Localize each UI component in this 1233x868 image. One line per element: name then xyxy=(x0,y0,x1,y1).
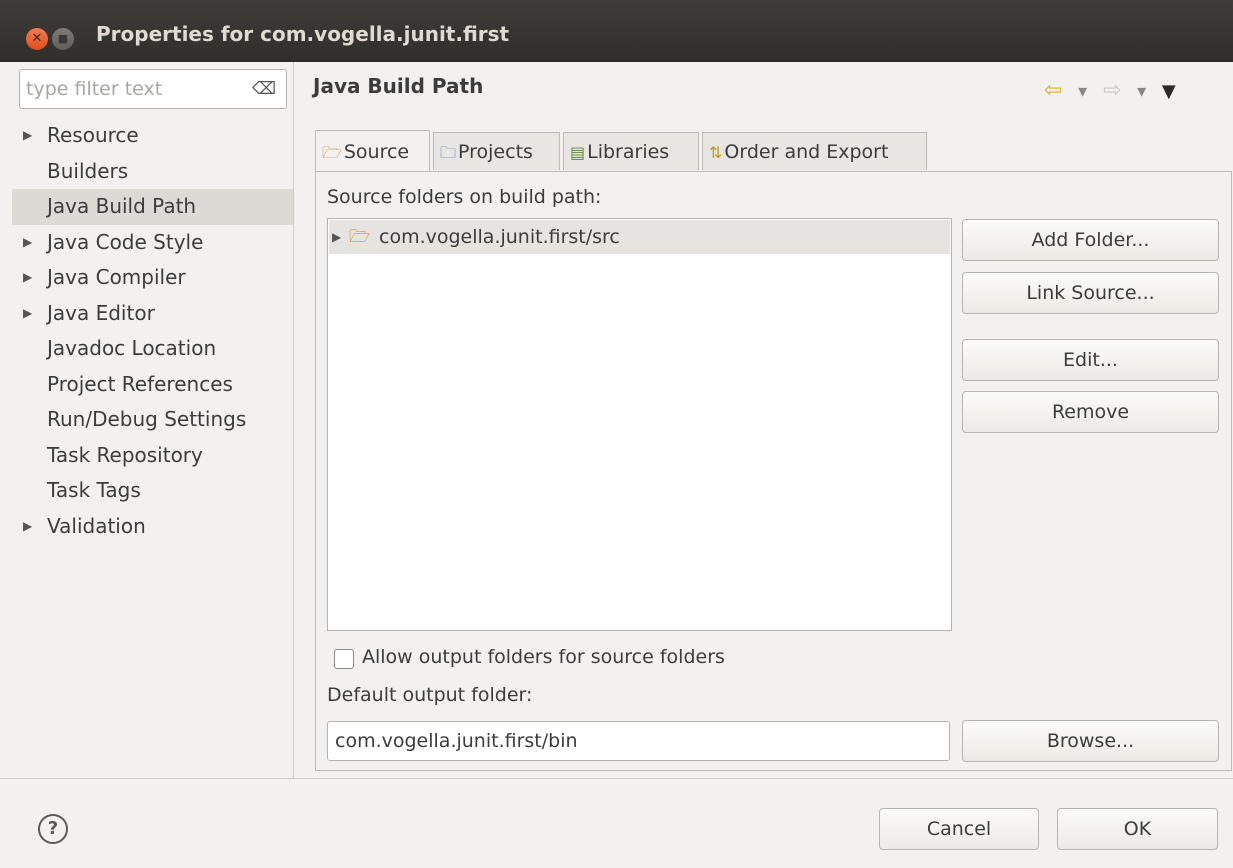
source-folder-icon: 🗁 xyxy=(322,143,342,162)
page-navigation: ⇦ ▾ ⇨ ▾ ▼ xyxy=(1044,78,1186,103)
property-page: Java Build Path ⇦ ▾ ⇨ ▾ ▼ 🗁 Source 🗀 Proje… xyxy=(294,62,1233,778)
sidebar-item-resource[interactable]: ▶ Resource xyxy=(12,118,293,154)
source-folder-tree[interactable]: ▶ 🗁 com.vogella.junit.first/src xyxy=(327,218,952,631)
tab-libraries[interactable]: ▤ Libraries xyxy=(563,132,699,170)
default-output-label: Default output folder: xyxy=(327,684,533,706)
tab-source-label: Source xyxy=(343,141,410,163)
allow-output-checkbox[interactable] xyxy=(334,649,354,669)
expand-arrow-icon[interactable]: ▶ xyxy=(23,118,32,154)
filter-input[interactable] xyxy=(26,78,236,100)
sidebar-item-label: Java Build Path xyxy=(47,194,197,218)
footer-divider xyxy=(0,778,1233,779)
filter-field[interactable]: ⌫ xyxy=(19,69,287,109)
tab-projects-label: Projects xyxy=(458,141,533,163)
title-bar: ✕ ■ Properties for com.vogella.junit.fir… xyxy=(0,0,1233,62)
sidebar-item-label: Java Compiler xyxy=(47,265,186,289)
sidebar-item-task-repository[interactable]: Task Repository xyxy=(12,438,293,474)
expand-arrow-icon[interactable]: ▶ xyxy=(23,509,32,545)
order-export-icon: ⇅ xyxy=(709,143,723,162)
expand-arrow-icon[interactable]: ▶ xyxy=(332,220,341,254)
link-source-button[interactable]: Link Source... xyxy=(962,272,1219,314)
ok-button[interactable]: OK xyxy=(1057,808,1218,850)
source-folders-label: Source folders on build path: xyxy=(327,186,602,208)
sidebar-item-label: Javadoc Location xyxy=(47,336,217,360)
properties-sidebar: ⌫ ▶ Resource Builders Java Build Path ▶ Java … xyxy=(12,62,293,778)
source-tab-panel: Source folders on build path: ▶ 🗁 com.vo… xyxy=(315,171,1232,771)
back-dropdown-icon[interactable]: ▾ xyxy=(1078,81,1087,102)
tree-row-label: com.vogella.junit.first/src xyxy=(379,226,620,248)
sidebar-item-project-references[interactable]: Project References xyxy=(12,367,293,403)
sidebar-item-label: Task Tags xyxy=(47,478,141,502)
close-window-icon[interactable]: ✕ xyxy=(26,28,48,50)
sidebar-item-java-build-path[interactable]: Java Build Path xyxy=(12,189,293,225)
expand-arrow-icon[interactable]: ▶ xyxy=(23,296,32,332)
forward-arrow-icon[interactable]: ⇨ xyxy=(1103,78,1121,103)
sidebar-item-validation[interactable]: ▶ Validation xyxy=(12,509,293,545)
tab-projects[interactable]: 🗀 Projects xyxy=(433,132,560,170)
sidebar-item-javadoc-location[interactable]: Javadoc Location xyxy=(12,331,293,367)
add-folder-button[interactable]: Add Folder... xyxy=(962,219,1219,261)
allow-output-label[interactable]: Allow output folders for source folders xyxy=(362,646,725,668)
back-arrow-icon[interactable]: ⇦ xyxy=(1044,78,1062,103)
tab-source[interactable]: 🗁 Source xyxy=(315,130,430,172)
edit-button[interactable]: Edit... xyxy=(962,339,1219,381)
sidebar-item-builders[interactable]: Builders xyxy=(12,154,293,190)
libraries-icon: ▤ xyxy=(570,143,586,162)
browse-button[interactable]: Browse... xyxy=(962,720,1219,762)
project-folder-icon: 🗀 xyxy=(440,143,457,162)
tab-order-label: Order and Export xyxy=(724,141,889,163)
sidebar-item-label: Java Code Style xyxy=(47,229,204,254)
sidebar-item-label: Run/Debug Settings xyxy=(47,407,247,431)
sidebar-item-label: Resource xyxy=(47,123,139,147)
sidebar-item-task-tags[interactable]: Task Tags xyxy=(12,473,293,509)
view-menu-icon[interactable]: ▼ xyxy=(1162,81,1176,102)
property-page-list: ▶ Resource Builders Java Build Path ▶ Java Co… xyxy=(12,118,293,544)
page-title: Java Build Path xyxy=(313,74,484,98)
sidebar-item-java-editor[interactable]: ▶ Java Editor xyxy=(12,296,293,332)
sidebar-item-label: Task Repository xyxy=(47,442,203,467)
sidebar-item-java-code-style[interactable]: ▶ Java Code Style xyxy=(12,225,293,261)
sidebar-item-java-compiler[interactable]: ▶ Java Compiler xyxy=(12,260,293,296)
minimize-window-icon[interactable]: ■ xyxy=(52,28,74,50)
expand-arrow-icon[interactable]: ▶ xyxy=(23,225,32,261)
sidebar-item-run-debug-settings[interactable]: Run/Debug Settings xyxy=(12,402,293,438)
tab-order-and-export[interactable]: ⇅ Order and Export xyxy=(702,132,927,170)
remove-button[interactable]: Remove xyxy=(962,391,1219,433)
sidebar-item-label: Validation xyxy=(47,513,146,538)
expand-arrow-icon[interactable]: ▶ xyxy=(23,260,32,296)
window-title: Properties for com.vogella.junit.first xyxy=(96,22,510,46)
tree-row[interactable]: ▶ 🗁 com.vogella.junit.first/src xyxy=(329,220,950,254)
source-folder-icon: 🗁 xyxy=(349,227,371,247)
sidebar-item-label: Java Editor xyxy=(47,300,155,325)
sidebar-item-label: Project References xyxy=(47,371,233,396)
tab-libraries-label: Libraries xyxy=(587,141,670,163)
default-output-field[interactable]: com.vogella.junit.first/bin xyxy=(327,721,950,761)
forward-dropdown-icon[interactable]: ▾ xyxy=(1137,81,1146,102)
cancel-button[interactable]: Cancel xyxy=(879,808,1039,850)
clear-filter-icon[interactable]: ⌫ xyxy=(252,79,276,99)
sidebar-item-label: Builders xyxy=(47,158,129,183)
help-icon[interactable]: ? xyxy=(38,814,68,844)
